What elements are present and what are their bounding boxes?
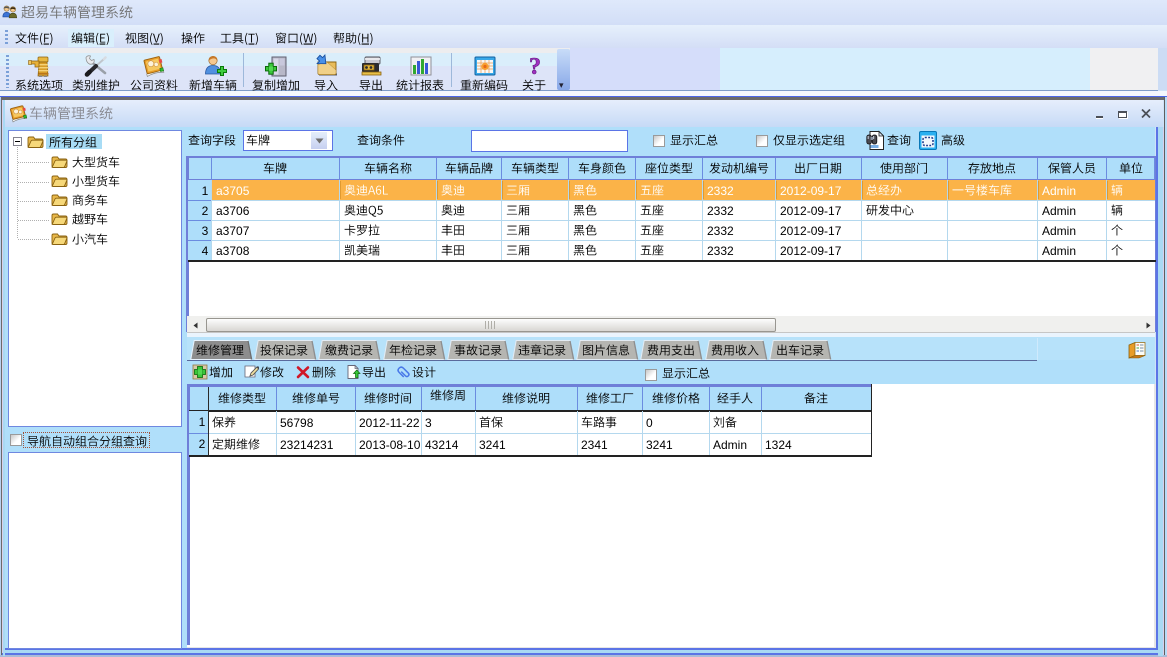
svg-text:?: ?	[529, 54, 541, 79]
